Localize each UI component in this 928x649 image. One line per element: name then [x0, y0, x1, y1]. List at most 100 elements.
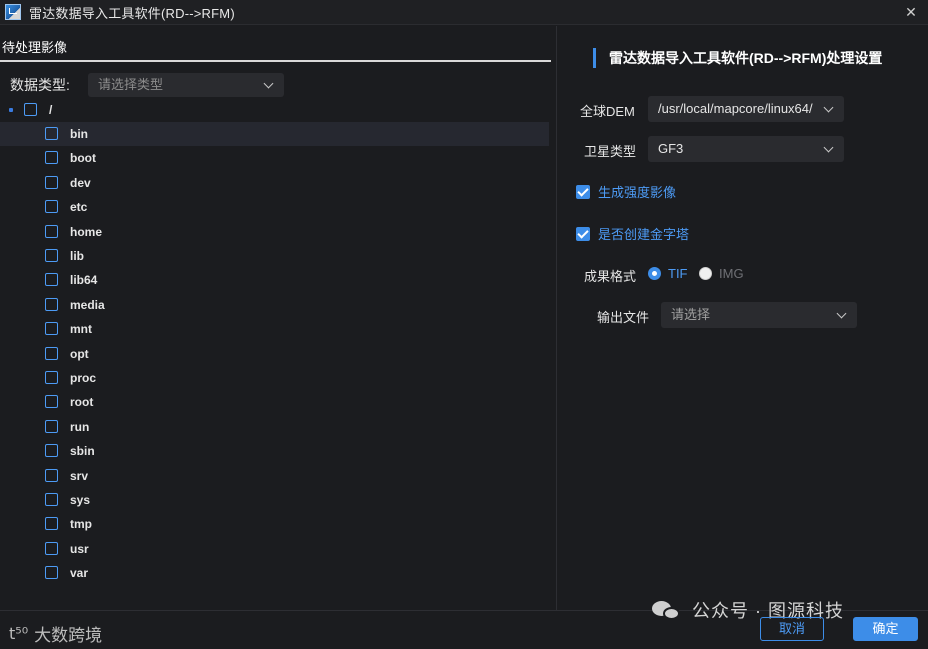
- tree-item[interactable]: lib64: [0, 268, 549, 292]
- tree-item-label: root: [70, 395, 94, 410]
- format-img-radio[interactable]: [699, 267, 712, 280]
- tree-item-checkbox[interactable]: [45, 297, 58, 311]
- tree-item-checkbox[interactable]: [45, 322, 58, 336]
- settings-title: 雷达数据导入工具软件(RD-->RFM)处理设置: [593, 48, 882, 68]
- tree-item-checkbox[interactable]: [45, 541, 58, 555]
- panel-divider: [556, 26, 557, 610]
- tree-item-checkbox[interactable]: [45, 273, 58, 287]
- wechat-icon: [652, 599, 682, 621]
- tree-item-checkbox[interactable]: [45, 419, 58, 433]
- data-type-label: 数据类型:: [10, 77, 70, 93]
- cancel-button[interactable]: 取消: [760, 617, 824, 641]
- tree-item-label: var: [70, 566, 89, 581]
- tab-pending-images[interactable]: 待处理影像: [2, 37, 67, 56]
- satellite-select[interactable]: GF3: [648, 136, 844, 162]
- tree-item-checkbox[interactable]: [45, 566, 58, 580]
- tree-item-label: lib: [70, 249, 84, 263]
- tree-item-label: mnt: [70, 322, 92, 337]
- tree-item[interactable]: opt: [0, 342, 549, 366]
- brand-logo: t⁵⁰ 大数跨境: [9, 621, 102, 646]
- tree-item-checkbox[interactable]: [45, 493, 58, 506]
- tree-item-label: dev: [70, 175, 91, 190]
- create-pyramid-label: 是否创建金字塔: [598, 227, 690, 242]
- gen-intensity-label: 生成强度影像: [598, 185, 677, 200]
- chevron-down-icon: [263, 78, 274, 89]
- create-pyramid-row[interactable]: 是否创建金字塔: [576, 224, 689, 243]
- expand-icon[interactable]: [9, 108, 13, 112]
- tree-root-label: /: [49, 103, 53, 117]
- output-file-select[interactable]: 请选择: [661, 302, 857, 328]
- tree-item[interactable]: bin: [0, 122, 549, 146]
- tree-item-label: proc: [70, 371, 97, 385]
- tree-item-label: boot: [70, 151, 96, 166]
- app-icon: [5, 4, 21, 20]
- tree-item[interactable]: etc: [0, 195, 549, 219]
- format-tif-radio[interactable]: [648, 267, 661, 280]
- tree-item-label: run: [70, 419, 90, 434]
- dem-select[interactable]: /usr/local/mapcore/linux64/: [648, 96, 844, 122]
- tree-item[interactable]: sys: [0, 488, 549, 512]
- tree-item[interactable]: srv: [0, 464, 549, 488]
- output-file-label: 输出文件: [597, 310, 650, 325]
- tree-item-label: sys: [70, 493, 91, 507]
- create-pyramid-checkbox[interactable]: [576, 226, 590, 241]
- tree-item-checkbox[interactable]: [45, 444, 58, 458]
- chevron-down-icon: [823, 102, 834, 113]
- tree-item-checkbox[interactable]: [45, 200, 58, 214]
- tree-item[interactable]: home: [0, 220, 549, 244]
- data-type-select[interactable]: 请选择类型: [88, 73, 284, 97]
- tree-item[interactable]: root: [0, 390, 549, 414]
- tree-item-checkbox[interactable]: [45, 346, 58, 360]
- tab-strip: 待处理影像: [0, 26, 551, 62]
- output-format-label: 成果格式: [584, 269, 637, 284]
- tree-item[interactable]: mnt: [0, 317, 549, 341]
- tree-item[interactable]: lib: [0, 244, 549, 268]
- tree-item-label: srv: [70, 468, 89, 483]
- tree-item-checkbox[interactable]: [45, 151, 58, 165]
- tree-item[interactable]: run: [0, 415, 549, 439]
- left-panel: 待处理影像 数据类型: 请选择类型 / bin boot dev etc home lib…: [0, 26, 556, 610]
- satellite-label: 卫星类型: [584, 144, 637, 159]
- brand-text: 大数跨境: [34, 626, 103, 645]
- tree-item-label: bin: [70, 127, 88, 141]
- tree-item-label: etc: [70, 200, 88, 215]
- chevron-down-icon: [823, 142, 834, 153]
- ok-button[interactable]: 确定: [853, 617, 918, 641]
- tree-item[interactable]: dev: [0, 171, 549, 195]
- dem-value: /usr/local/mapcore/linux64/: [658, 101, 813, 116]
- tree-item-checkbox[interactable]: [45, 517, 58, 531]
- tree-item[interactable]: media: [0, 293, 549, 317]
- gen-intensity-row[interactable]: 生成强度影像: [576, 182, 676, 201]
- title-bar: 雷达数据导入工具软件(RD-->RFM) ✕: [0, 0, 928, 25]
- tree-item-checkbox[interactable]: [45, 395, 58, 409]
- brand-mark: t⁵⁰: [9, 624, 29, 643]
- tree-item-label: home: [70, 224, 103, 239]
- close-icon[interactable]: ✕: [902, 3, 920, 21]
- tree-root[interactable]: /: [0, 98, 300, 122]
- format-img-label[interactable]: IMG: [719, 266, 744, 281]
- tree-item-label: media: [70, 297, 105, 312]
- format-tif-label[interactable]: TIF: [668, 266, 688, 281]
- tree-item-label: sbin: [70, 444, 95, 459]
- data-type-placeholder: 请选择类型: [98, 77, 164, 92]
- dem-label: 全球DEM: [580, 104, 635, 119]
- gen-intensity-checkbox[interactable]: [576, 184, 590, 199]
- tree-item-label: tmp: [70, 517, 92, 532]
- tree-root-checkbox[interactable]: [24, 103, 37, 116]
- tree-item[interactable]: sbin: [0, 439, 549, 463]
- tree-item[interactable]: boot: [0, 146, 549, 170]
- tree-item[interactable]: proc: [0, 366, 549, 390]
- tree-item-checkbox[interactable]: [45, 249, 58, 262]
- data-type-row: 数据类型: 请选择类型: [10, 73, 284, 97]
- tree-item[interactable]: var: [0, 561, 549, 585]
- footer: t⁵⁰ 大数跨境 公众号 · 图源科技 取消 确定: [0, 601, 928, 649]
- tree-item-label: opt: [70, 346, 89, 361]
- tree-item-checkbox[interactable]: [45, 468, 58, 482]
- tree-item-checkbox[interactable]: [45, 127, 58, 140]
- window-title: 雷达数据导入工具软件(RD-->RFM): [29, 5, 235, 21]
- tree-item[interactable]: tmp: [0, 512, 549, 536]
- tree-item-checkbox[interactable]: [45, 175, 58, 189]
- tree-item[interactable]: usr: [0, 537, 549, 561]
- tree-item-checkbox[interactable]: [45, 371, 58, 384]
- tree-item-checkbox[interactable]: [45, 224, 58, 238]
